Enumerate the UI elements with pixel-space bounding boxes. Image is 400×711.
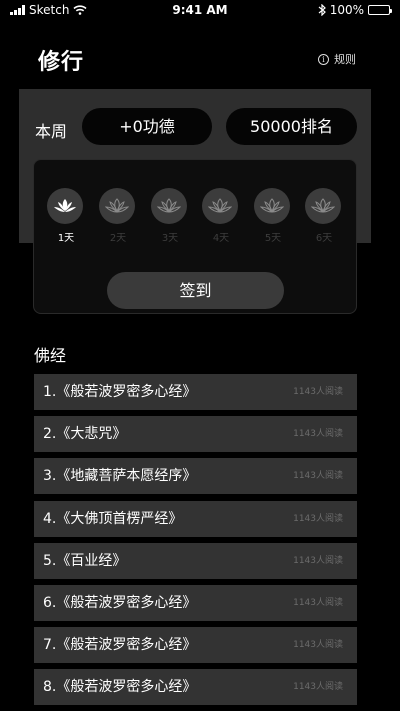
sutra-list: 1.《般若波罗密多心经》 1143人阅读 2.《大悲咒》 1143人阅读 3.《… xyxy=(34,374,357,711)
list-item[interactable]: 6.《般若波罗密多心经》 1143人阅读 xyxy=(34,584,357,621)
list-item[interactable]: 2.《大悲咒》 1143人阅读 xyxy=(34,416,357,453)
checkin-day-3[interactable]: 3天 xyxy=(151,188,189,244)
lotus-icon xyxy=(254,188,290,224)
read-count: 1143人阅读 xyxy=(293,555,343,566)
sutra-name: 6.《般若波罗密多心经》 xyxy=(43,594,197,611)
lotus-icon xyxy=(151,188,187,224)
read-count: 1143人阅读 xyxy=(293,429,343,440)
day-label: 5天 xyxy=(264,233,282,244)
merit-pill: +0功德 xyxy=(82,108,212,145)
read-count: 1143人阅读 xyxy=(293,597,343,608)
sutra-name: 2.《大悲咒》 xyxy=(43,426,127,443)
checkin-day-1[interactable]: 1天 xyxy=(47,188,85,244)
list-item[interactable]: 1.《般若波罗密多心经》 1143人阅读 xyxy=(34,374,357,410)
read-count: 1143人阅读 xyxy=(293,640,343,651)
read-count: 1143人阅读 xyxy=(293,387,343,397)
rules-link[interactable]: i 规则 xyxy=(318,51,356,67)
lotus-icon xyxy=(305,188,341,224)
list-item[interactable]: 7.《般若波罗密多心经》 1143人阅读 xyxy=(34,627,357,664)
sutra-name: 8.《般若波罗密多心经》 xyxy=(43,679,197,696)
lotus-icon xyxy=(99,188,135,224)
checkin-day-6[interactable]: 6天 xyxy=(305,188,343,244)
list-item[interactable]: 5.《百业经》 1143人阅读 xyxy=(34,542,357,579)
status-bar: Sketch 9:41 AM 100% xyxy=(0,0,400,20)
read-count: 1143人阅读 xyxy=(293,682,343,693)
week-label: 本周 xyxy=(35,122,68,141)
rules-label: 规则 xyxy=(334,53,356,66)
day-label: 2天 xyxy=(109,233,127,244)
checkin-day-4[interactable]: 4天 xyxy=(202,188,240,244)
day-label: 6天 xyxy=(315,233,333,244)
lotus-icon xyxy=(47,188,83,224)
read-count: 1143人阅读 xyxy=(293,471,343,482)
sutra-section-title: 佛经 xyxy=(34,346,67,365)
read-count: 1143人阅读 xyxy=(293,513,343,524)
battery-icon xyxy=(368,5,392,15)
checkin-day-5[interactable]: 5天 xyxy=(254,188,292,244)
sutra-name: 1.《般若波罗密多心经》 xyxy=(43,384,197,400)
bluetooth-icon xyxy=(318,4,326,16)
sutra-name: 3.《地藏菩萨本愿经序》 xyxy=(43,468,197,485)
day-label: 4天 xyxy=(212,233,230,244)
checkin-day-2[interactable]: 2天 xyxy=(99,188,137,244)
sutra-name: 7.《般若波罗密多心经》 xyxy=(43,637,197,654)
checkin-button[interactable]: 签到 xyxy=(107,272,284,309)
list-item[interactable]: 4.《大佛顶首楞严经》 1143人阅读 xyxy=(34,500,357,537)
page-title: 修行 xyxy=(38,50,85,75)
rank-pill: 50000排名 xyxy=(226,108,357,145)
sutra-name: 4.《大佛顶首楞严经》 xyxy=(43,510,183,527)
day-label: 1天 xyxy=(57,233,75,244)
list-item[interactable]: 3.《地藏菩萨本愿经序》 1143人阅读 xyxy=(34,458,357,495)
sutra-name: 5.《百业经》 xyxy=(43,552,127,569)
day-label: 3天 xyxy=(161,233,179,244)
status-right: 100% xyxy=(318,3,392,17)
lotus-icon xyxy=(202,188,238,224)
info-icon: i xyxy=(318,53,329,65)
list-item[interactable]: 8.《般若波罗密多心经》 1143人阅读 xyxy=(34,669,357,706)
battery-percent: 100% xyxy=(329,3,364,17)
